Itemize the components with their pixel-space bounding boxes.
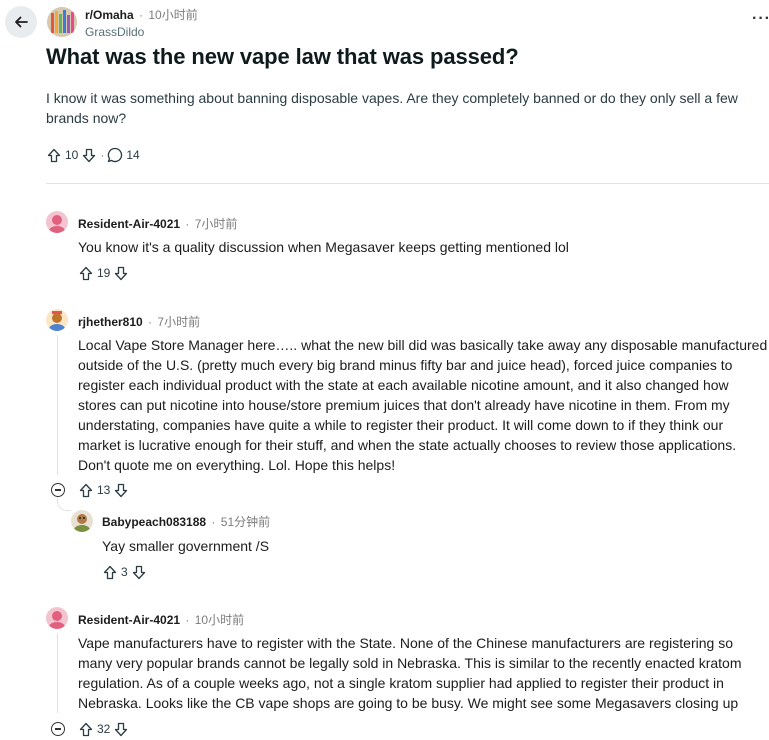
comment-2-thread-line[interactable] — [57, 335, 58, 475]
comment-2-score: 13 — [97, 483, 111, 497]
meta-separator: · — [139, 8, 144, 22]
post-divider — [46, 183, 769, 184]
comment-4-body: Vape manufacturers have to register with… — [78, 635, 742, 711]
arrow-up-icon — [79, 483, 93, 497]
comment-4-time: 10小时前 — [194, 613, 245, 627]
comment-1-upvote-button[interactable] — [78, 265, 94, 281]
post-meta: r/Omaha · 10小时前 — [85, 8, 198, 22]
comment-4-downvote-button[interactable] — [113, 721, 129, 737]
comment-1-score: 19 — [97, 266, 111, 280]
comment-2-username[interactable]: rjhether810 — [78, 315, 143, 329]
comment-1-actions: 19 — [78, 265, 129, 281]
comment-1-username[interactable]: Resident-Air-4021 — [78, 217, 180, 231]
comment-2-actions: 13 — [78, 482, 129, 498]
arrow-up-icon — [79, 722, 93, 736]
comment-3-time: 51分钟前 — [220, 515, 271, 529]
arrow-down-icon — [132, 565, 145, 579]
comment-4-actions: 32 — [78, 721, 129, 737]
downvote-button[interactable] — [81, 147, 97, 163]
comment-2-downvote-button[interactable] — [113, 482, 129, 498]
post-comment-count: 14 — [126, 148, 140, 162]
comment-1-time: 7小时前 — [194, 217, 238, 231]
comment-4-separator: · — [185, 613, 190, 627]
comment-2-avatar[interactable] — [46, 309, 68, 331]
arrow-up-icon — [79, 266, 93, 280]
comment-2-time: 7小时前 — [157, 315, 201, 329]
subreddit-avatar[interactable] — [47, 7, 77, 37]
comments-button[interactable] — [107, 147, 123, 163]
arrow-up-icon — [103, 565, 117, 579]
comment-4-avatar[interactable] — [46, 607, 68, 629]
comment-4-upvote-button[interactable] — [78, 721, 94, 737]
back-button[interactable] — [5, 6, 37, 38]
comment-4-username[interactable]: Resident-Air-4021 — [78, 613, 180, 627]
arrow-left-icon — [15, 16, 28, 28]
comment-1-header: Resident-Air-4021 · 7小时前 — [78, 217, 237, 231]
post-body: I know it was something about banning di… — [46, 90, 738, 126]
comment-1-body: You know it's a quality discussion when … — [78, 239, 569, 255]
post-title: What was the new vape law that was passe… — [46, 44, 519, 69]
comment-2-upvote-button[interactable] — [78, 482, 94, 498]
comment-3-username[interactable]: Babypeach083188 — [102, 515, 206, 529]
comment-2-body: Local Vape Store Manager here….. what th… — [78, 337, 768, 473]
minus-circle-icon — [55, 489, 61, 491]
arrow-up-icon — [47, 148, 61, 162]
comment-4-collapse-button[interactable] — [51, 722, 65, 736]
arrow-down-icon — [83, 148, 96, 162]
comment-3-separator: · — [211, 515, 216, 529]
comment-4-header: Resident-Air-4021 · 10小时前 — [78, 613, 244, 627]
comment-2-separator: · — [148, 315, 153, 329]
comment-2-collapse-button[interactable] — [51, 483, 65, 497]
comment-3-body: Yay smaller government /S — [102, 538, 270, 554]
comment-2-header: rjhether810 · 7小时前 — [78, 315, 200, 329]
comment-4-thread-line[interactable] — [57, 633, 58, 713]
speech-bubble-icon — [108, 147, 123, 163]
subreddit-name[interactable]: r/Omaha — [85, 8, 134, 22]
arrow-down-icon — [115, 722, 128, 736]
reply-connector — [57, 497, 71, 511]
comment-1-downvote-button[interactable] — [113, 265, 129, 281]
upvote-button[interactable] — [46, 147, 62, 163]
comment-3-score: 3 — [121, 565, 128, 579]
post-actions: 10 · 14 — [46, 147, 143, 163]
arrow-down-icon — [115, 483, 128, 497]
post-author[interactable]: GrassDildo — [85, 25, 144, 39]
actions-separator: · — [100, 148, 105, 162]
more-options-button[interactable]: ··· — [752, 11, 769, 27]
comment-1-separator: · — [185, 217, 190, 231]
minus-circle-icon — [55, 728, 61, 730]
post-time: 10小时前 — [148, 8, 198, 22]
comment-3-avatar[interactable] — [71, 510, 93, 532]
arrow-down-icon — [115, 266, 128, 280]
comment-4-score: 32 — [97, 722, 111, 736]
comment-3-upvote-button[interactable] — [102, 564, 118, 580]
comment-3-actions: 3 — [102, 564, 147, 580]
post-vote-count: 10 — [65, 148, 79, 162]
comment-1-avatar[interactable] — [46, 211, 68, 233]
comment-3-downvote-button[interactable] — [131, 564, 147, 580]
comment-3-header: Babypeach083188 · 51分钟前 — [102, 515, 270, 529]
